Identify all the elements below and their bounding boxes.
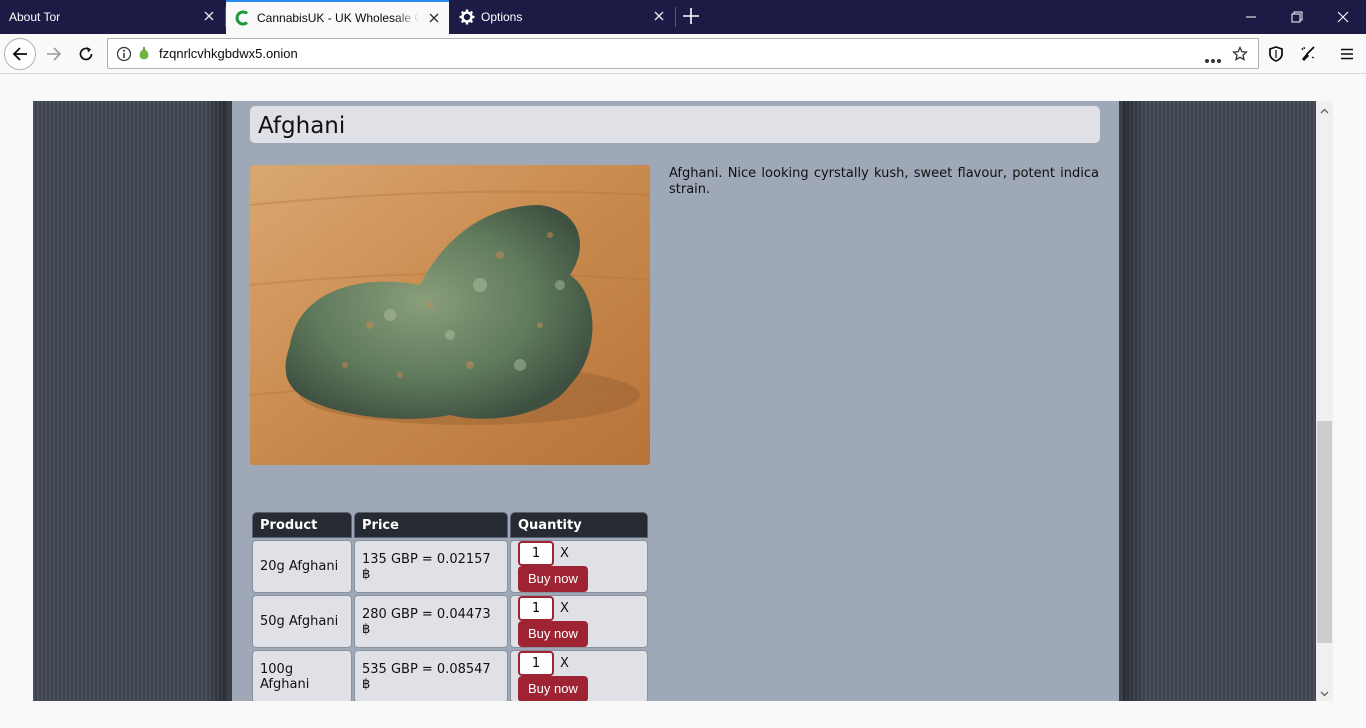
reload-icon[interactable] [70,38,102,70]
hamburger-menu-icon[interactable] [1331,38,1363,70]
new-tab-plus-icon[interactable] [680,5,702,27]
forward-arrow-icon[interactable] [38,38,70,70]
times-label: X [560,656,569,671]
scroll-down-arrow-icon[interactable] [1319,686,1330,697]
restore-icon[interactable] [1274,0,1320,34]
page-content: Afghani Afghani. Nice looking cyrstally … [0,75,1366,728]
close-tab-icon[interactable] [652,9,666,23]
buy-now-button[interactable]: Buy now [518,566,588,592]
tab-about-tor[interactable]: About Tor [0,0,224,34]
vertical-scrollbar[interactable] [1316,101,1333,701]
product-image [250,165,650,465]
product-cell: 20g Afghani [252,540,352,593]
close-tab-icon[interactable] [427,11,441,25]
tab-options[interactable]: Options [450,0,674,34]
product-title: Afghani [250,106,1100,143]
table-header-row: Product Price Quantity [252,512,648,538]
scrollbar-thumb[interactable] [1317,421,1332,643]
product-cell: 50g Afghani [252,595,352,648]
new-identity-broom-icon[interactable] [1292,38,1324,70]
product-cell: 100g Afghani [252,650,352,701]
panel-shadow [205,101,227,701]
column-header-price: Price [354,512,508,538]
product-panel: Afghani Afghani. Nice looking cyrstally … [228,101,1123,701]
tab-label: About Tor [9,10,61,24]
column-header-product: Product [252,512,352,538]
tab-label: Options [481,10,523,24]
times-label: X [560,601,569,616]
price-table: Product Price Quantity 20g Afghani 135 G… [250,510,650,701]
navigation-bar: fzqnrlcvhkgbdwx5.onion [0,34,1366,74]
table-row: 20g Afghani 135 GBP = 0.02157 ฿ X Buy now [252,540,648,593]
quantity-cell: X Buy now [510,650,648,701]
minimize-icon[interactable] [1228,0,1274,34]
buy-now-button[interactable]: Buy now [518,676,588,701]
buy-now-button[interactable]: Buy now [518,621,588,647]
tab-label: CannabisUK - UK Wholesale Cannabis [257,11,419,25]
table-row: 100g Afghani 535 GBP = 0.08547 ฿ X Buy no… [252,650,648,701]
page-actions-icon[interactable] [1204,51,1222,67]
gear-icon [459,9,475,25]
tab-cannabisuk[interactable]: CannabisUK - UK Wholesale Cannabis [226,0,449,34]
page-background: Afghani Afghani. Nice looking cyrstally … [33,101,1316,701]
close-window-icon[interactable] [1320,0,1366,34]
cannabisuk-favicon-icon [235,10,251,26]
url-text: fzqnrlcvhkgbdwx5.onion [159,46,298,61]
tab-separator [675,7,676,27]
quantity-cell: X Buy now [510,595,648,648]
quantity-input[interactable] [518,541,554,566]
back-arrow-icon[interactable] [4,38,36,70]
info-icon[interactable] [116,46,132,62]
onion-icon[interactable] [136,46,152,62]
quantity-cell: X Buy now [510,540,648,593]
price-cell: 280 GBP = 0.04473 ฿ [354,595,508,648]
panel-shadow [1123,101,1145,701]
column-header-quantity: Quantity [510,512,648,538]
product-description: Afghani. Nice looking cyrstally kush, sw… [669,166,1099,197]
quantity-input[interactable] [518,651,554,676]
scroll-up-arrow-icon[interactable] [1319,104,1330,115]
bookmark-star-icon[interactable] [1232,45,1248,62]
price-cell: 135 GBP = 0.02157 ฿ [354,540,508,593]
close-tab-icon[interactable] [202,9,216,23]
tab-strip: About Tor CannabisUK - UK Wholesale Cann… [0,0,1366,34]
url-bar[interactable]: fzqnrlcvhkgbdwx5.onion [107,38,1259,69]
shield-icon[interactable] [1260,38,1292,70]
price-cell: 535 GBP = 0.08547 ฿ [354,650,508,701]
quantity-input[interactable] [518,596,554,621]
table-row: 50g Afghani 280 GBP = 0.04473 ฿ X Buy now [252,595,648,648]
times-label: X [560,546,569,561]
